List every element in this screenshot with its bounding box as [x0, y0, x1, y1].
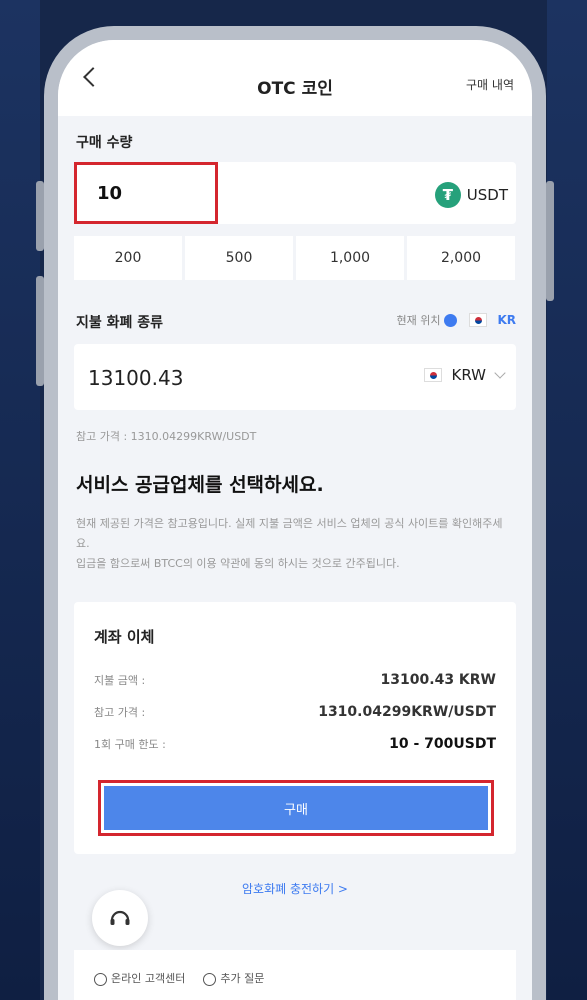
detail-key: 참고 가격 :: [94, 706, 146, 719]
preset-500-button[interactable]: 500: [185, 236, 293, 280]
phone-side-button: [36, 276, 44, 386]
crypto-currency: USDT: [466, 186, 508, 204]
korea-flag-icon: [423, 368, 442, 382]
tether-icon: ₮: [434, 182, 461, 208]
fiat-currency: KRW: [451, 366, 486, 384]
detail-row: 1회 구매 한도 : 10 - 700USDT: [94, 736, 496, 752]
phone-side-button: [546, 181, 554, 301]
headset-icon: [94, 972, 107, 986]
preset-200-button[interactable]: 200: [74, 236, 182, 280]
amount-value: 10: [97, 182, 123, 204]
crypto-selector[interactable]: ₮ USDT: [434, 182, 508, 208]
phone-frame: OTC 코인 구매 내역 구매 수량 10 ₮ USDT 200 500 1,0…: [36, 26, 554, 1000]
faq-label: 추가 질문: [220, 972, 265, 985]
detail-value: 10 - 700USDT: [389, 736, 496, 752]
support-button[interactable]: [92, 890, 148, 946]
footer-links: 온라인 고객센터 추가 질문: [94, 970, 264, 986]
preset-2000-button[interactable]: 2,000: [407, 236, 515, 280]
location-indicator[interactable]: 현재 위치 KR: [396, 312, 516, 328]
payment-amount[interactable]: 13100.43: [88, 366, 183, 390]
phone-side-button: [36, 181, 44, 251]
purchase-amount-label: 구매 수량: [76, 135, 133, 151]
payment-currency-label: 지불 화폐 종류: [76, 315, 164, 331]
app-screen: OTC 코인 구매 내역 구매 수량 10 ₮ USDT 200 500 1,0…: [58, 40, 532, 1000]
purchase-history-link[interactable]: 구매 내역: [466, 76, 514, 93]
provider-heading: 서비스 공급업체를 선택하세요.: [76, 474, 324, 496]
korea-flag-icon: [469, 313, 488, 327]
detail-key: 지불 금액 :: [94, 674, 146, 687]
provider-notice: 현재 제공된 가격은 참고용입니다. 실제 지불 금액은 서비스 업체의 공식 …: [76, 514, 516, 574]
region-code: KR: [497, 313, 516, 327]
fiat-selector[interactable]: KRW: [423, 366, 506, 384]
reference-price: 참고 가격 : 1310.04299KRW/USDT: [76, 430, 257, 443]
detail-key: 1회 구매 한도 :: [94, 738, 166, 751]
question-icon: [203, 972, 217, 986]
detail-value: 1310.04299KRW/USDT: [318, 704, 496, 720]
location-label: 현재 위치: [396, 314, 441, 327]
bank-transfer-title: 계좌 이체: [94, 628, 155, 646]
detail-value: 13100.43 KRW: [380, 672, 496, 688]
buy-button[interactable]: 구매: [104, 786, 488, 830]
notice-line: 입금을 함으로써 BTCC의 이용 약관에 동의 하시는 것으로 간주됩니다.: [76, 557, 400, 570]
chevron-down-icon: [494, 367, 506, 379]
detail-row: 참고 가격 : 1310.04299KRW/USDT: [94, 704, 496, 720]
info-icon[interactable]: [444, 313, 458, 327]
notice-line: 현재 제공된 가격은 참고용입니다. 실제 지불 금액은 서비스 업체의 공식 …: [76, 517, 503, 550]
preset-1000-button[interactable]: 1,000: [296, 236, 404, 280]
page-title: OTC 코인: [257, 79, 333, 99]
detail-row: 지불 금액 : 13100.43 KRW: [94, 672, 496, 688]
background-left: [0, 0, 40, 1000]
headset-icon: [110, 910, 130, 925]
top-bar: OTC 코인 구매 내역: [58, 40, 532, 116]
online-support-link[interactable]: 온라인 고객센터: [94, 970, 185, 986]
faq-link[interactable]: 추가 질문: [203, 970, 264, 986]
online-support-label: 온라인 고객센터: [111, 972, 186, 985]
buy-highlight: 구매: [98, 780, 494, 836]
amount-input[interactable]: 10: [74, 162, 218, 224]
background-right: [547, 0, 587, 1000]
footer-bar: 온라인 고객센터 추가 질문: [74, 950, 516, 1000]
